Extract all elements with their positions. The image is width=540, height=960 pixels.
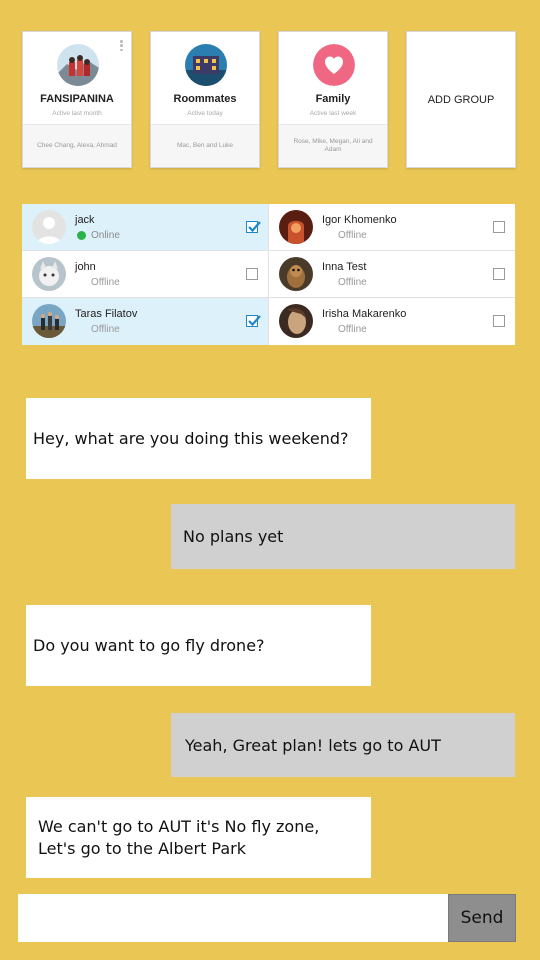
contact-status: Offline bbox=[338, 324, 367, 335]
contact-name: Taras Filatov bbox=[75, 308, 138, 320]
contact-checkbox[interactable] bbox=[246, 268, 258, 280]
contact-status: Offline bbox=[91, 324, 120, 335]
message-text-line2: Let's go to the Albert Park bbox=[38, 838, 246, 858]
contact-row-igor-khomenko[interactable]: Igor Khomenko Offline bbox=[269, 204, 515, 251]
avatar-placeholder-icon bbox=[32, 210, 66, 244]
contact-status: Offline bbox=[338, 277, 367, 288]
group-activity: Active last month bbox=[52, 110, 102, 117]
group-members: Mac, Ben and Luke bbox=[151, 124, 259, 167]
heart-icon bbox=[313, 44, 355, 86]
contact-checkbox[interactable] bbox=[246, 315, 261, 327]
message-text-line1: We can't go to AUT it's No fly zone, bbox=[38, 816, 320, 836]
add-group-label: ADD GROUP bbox=[427, 93, 495, 106]
contact-checkbox[interactable] bbox=[493, 315, 505, 327]
add-group-button[interactable]: ADD GROUP bbox=[406, 31, 516, 168]
contact-checkbox[interactable] bbox=[246, 221, 261, 233]
group-members: Chee Chang, Alexa, Ahmad bbox=[23, 124, 131, 167]
group-name: Family bbox=[315, 93, 351, 105]
contact-name: jack bbox=[75, 214, 95, 226]
avatar bbox=[279, 304, 313, 338]
group-card-fansipanina[interactable]: FANSIPANINA Active last month Chee Chang… bbox=[22, 31, 132, 168]
more-options-icon[interactable] bbox=[120, 40, 123, 51]
avatar bbox=[279, 257, 313, 291]
contact-row-taras-filatov[interactable]: Taras Filatov Offline bbox=[22, 298, 268, 345]
contact-status: Offline bbox=[91, 277, 120, 288]
message-text: Hey, what are you doing this weekend? bbox=[33, 429, 349, 448]
contact-status: Online bbox=[91, 230, 120, 241]
contact-name: john bbox=[75, 261, 96, 273]
contact-row-jack[interactable]: jack Online bbox=[22, 204, 268, 251]
contact-checkbox[interactable] bbox=[493, 221, 505, 233]
send-button[interactable]: Send bbox=[448, 894, 516, 942]
message-text: No plans yet bbox=[183, 527, 284, 546]
group-avatar bbox=[185, 44, 227, 86]
online-status-icon bbox=[77, 231, 86, 240]
avatar bbox=[279, 210, 313, 244]
avatar bbox=[32, 304, 66, 338]
group-name: Roommates bbox=[173, 93, 237, 105]
message-text: Do you want to go fly drone? bbox=[33, 636, 265, 655]
contact-row-inna-test[interactable]: Inna Test Offline bbox=[269, 251, 515, 298]
avatar bbox=[32, 257, 66, 291]
message-incoming: Do you want to go fly drone? bbox=[26, 605, 371, 686]
message-incoming: Hey, what are you doing this weekend? bbox=[26, 398, 371, 479]
message-input[interactable] bbox=[18, 894, 448, 942]
group-card-family[interactable]: Family Active last week Rose, Mike, Mega… bbox=[278, 31, 388, 168]
group-name: FANSIPANINA bbox=[40, 93, 114, 105]
message-outgoing: Yeah, Great plan! lets go to AUT bbox=[171, 713, 515, 777]
contact-row-irisha-makarenko[interactable]: Irisha Makarenko Offline bbox=[269, 298, 515, 345]
contact-name: Inna Test bbox=[322, 261, 367, 273]
contact-row-john[interactable]: john Offline bbox=[22, 251, 268, 298]
group-avatar bbox=[57, 44, 99, 86]
contact-list: jack Online Igor Khomenko Offline john O… bbox=[22, 204, 515, 345]
message-text: Yeah, Great plan! lets go to AUT bbox=[185, 735, 441, 755]
contact-status: Offline bbox=[338, 230, 367, 241]
contact-name: Irisha Makarenko bbox=[322, 308, 407, 320]
group-card-roommates[interactable]: Roommates Active today Mac, Ben and Luke bbox=[150, 31, 260, 168]
message-outgoing: No plans yet bbox=[171, 504, 515, 569]
contact-name: Igor Khomenko bbox=[322, 214, 397, 226]
group-activity: Active today bbox=[187, 110, 223, 117]
group-activity: Active last week bbox=[309, 110, 357, 117]
message-incoming: We can't go to AUT it's No fly zone, Let… bbox=[26, 797, 371, 878]
contact-checkbox[interactable] bbox=[493, 268, 505, 280]
group-members: Rose, Mike, Megan, Ali and Adam bbox=[279, 124, 387, 167]
